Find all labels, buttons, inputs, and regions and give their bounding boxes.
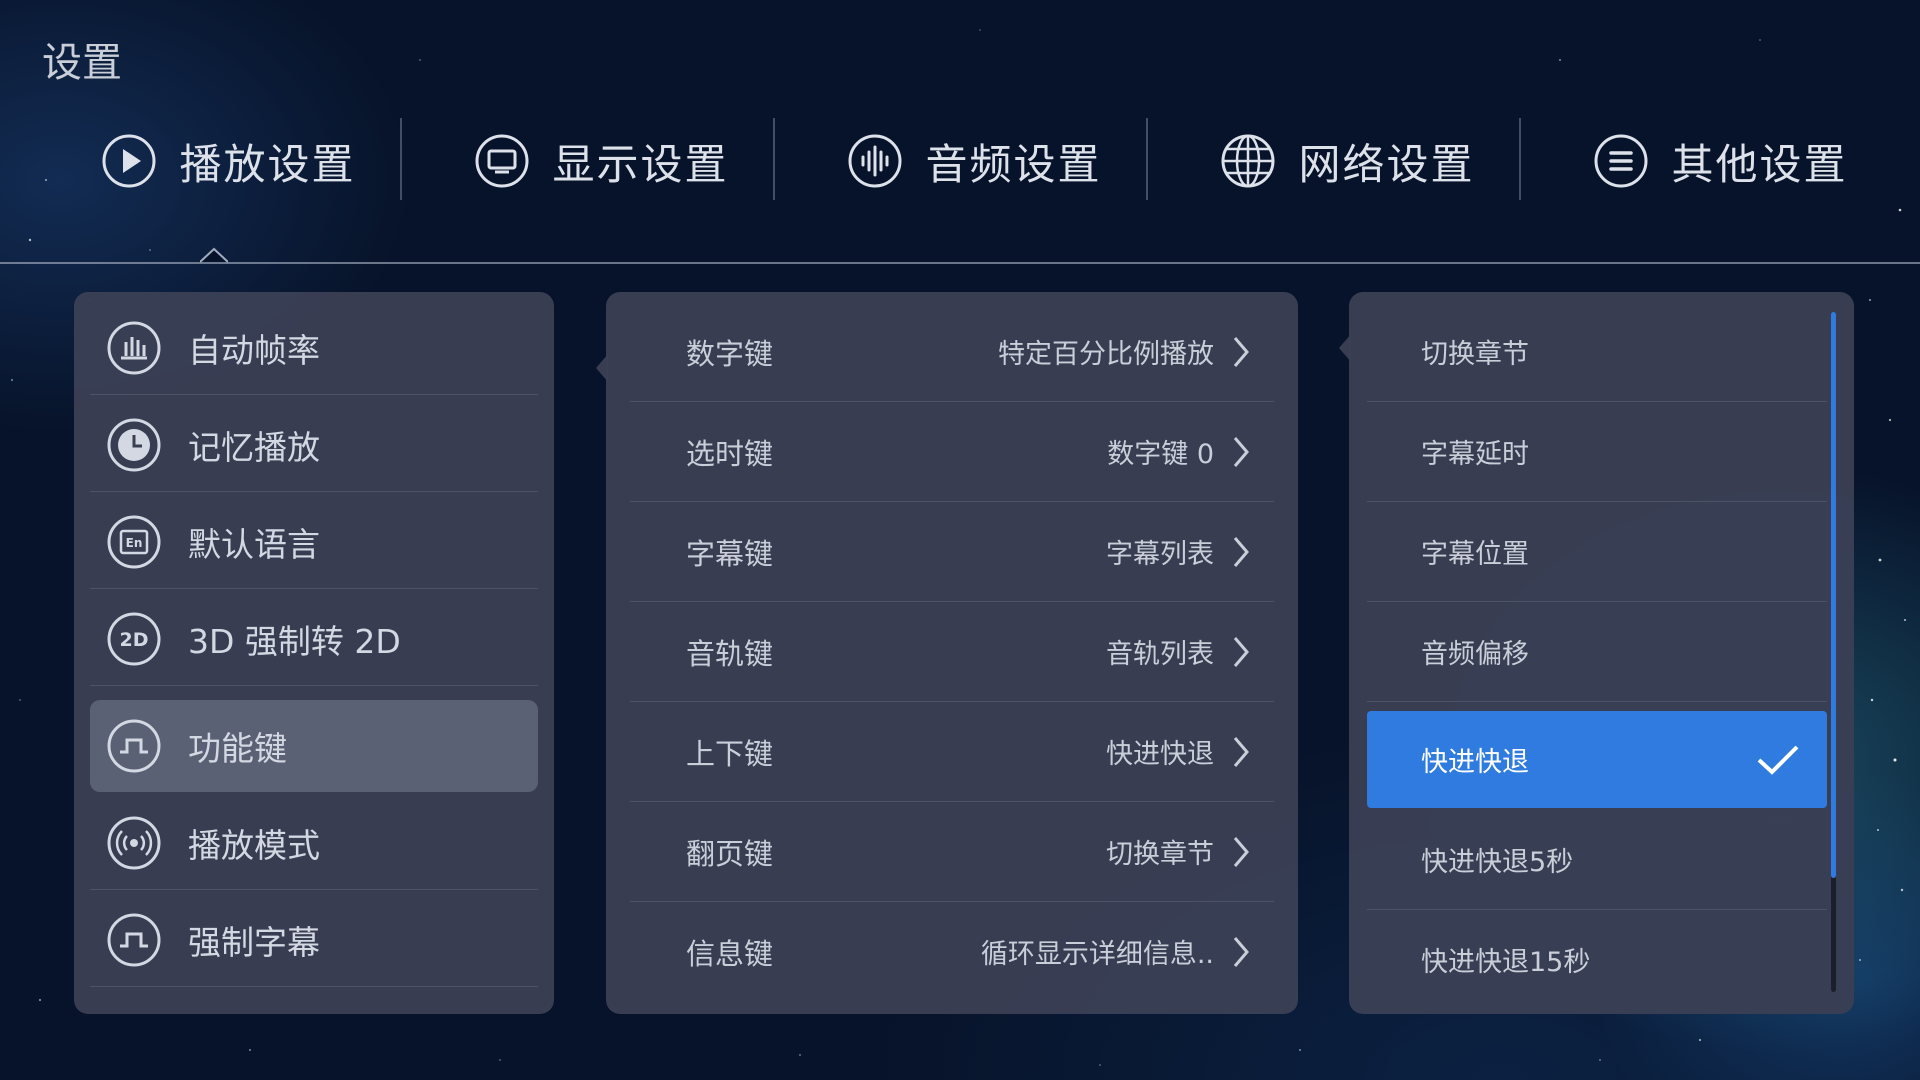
chevron-right-icon (1233, 936, 1249, 967)
options-scrollbar[interactable] (1831, 312, 1836, 992)
menu-item-label: 3D 强制转 2D (188, 622, 401, 661)
chevron-right-icon (1233, 636, 1249, 667)
scrollbar-thumb[interactable] (1831, 312, 1836, 878)
option-item-selected[interactable]: 快进快退 (1367, 711, 1827, 808)
tab-label: 音频设置 (925, 139, 1102, 189)
function-key-row-time[interactable]: 选时键 数字键 0 (630, 402, 1274, 502)
tab-label: 其他设置 (1671, 139, 1848, 189)
tab-divider (1146, 118, 1148, 200)
clock-icon (107, 418, 161, 472)
tab-divider (1519, 118, 1521, 200)
tab-audio-settings[interactable]: 音频设置 (788, 118, 1161, 204)
tab-network-settings[interactable]: 网络设置 (1161, 118, 1534, 204)
option-label: 字幕延时 (1421, 439, 1529, 470)
menu-item-auto-frame-rate[interactable]: 自动帧率 (90, 302, 538, 395)
menu-item-resume-playback[interactable]: 记忆播放 (90, 399, 538, 492)
page-title: 设置 (42, 40, 122, 86)
menu-item-label: 自动帧率 (188, 331, 320, 370)
tab-other-settings[interactable]: 其他设置 (1534, 118, 1907, 204)
function-key-row-page[interactable]: 翻页键 切换章节 (630, 802, 1274, 902)
tab-label: 播放设置 (179, 139, 356, 189)
option-label: 快进快退15秒 (1421, 947, 1591, 978)
tab-label: 显示设置 (552, 139, 729, 189)
key-name: 数字键 (686, 336, 774, 371)
active-tab-pointer (200, 247, 228, 263)
menu-list-icon (1594, 134, 1648, 188)
tab-playback-settings[interactable]: 播放设置 (42, 118, 415, 204)
menu-item-label: 播放模式 (188, 826, 320, 865)
function-key-row-info[interactable]: 信息键 循环显示详细信息.. (630, 902, 1274, 1001)
tab-label: 网络设置 (1298, 139, 1475, 189)
globe-icon (1221, 134, 1275, 188)
play-circle-icon (102, 134, 156, 188)
pulse-key-icon (107, 719, 161, 773)
svg-text:2D: 2D (120, 629, 149, 651)
key-name: 上下键 (686, 736, 774, 771)
key-action-value: 快进快退 (1106, 739, 1214, 770)
option-label: 音频偏移 (1421, 639, 1529, 670)
function-key-row-up-down[interactable]: 上下键 快进快退 (630, 702, 1274, 802)
tab-display-settings[interactable]: 显示设置 (415, 118, 788, 204)
key-action-value: 字幕列表 (1106, 539, 1214, 570)
audio-wave-icon (848, 134, 902, 188)
chevron-right-icon (1233, 736, 1249, 767)
language-icon: En (107, 515, 161, 569)
pulse-key-icon (107, 913, 161, 967)
key-name: 字幕键 (686, 536, 774, 571)
function-key-row-number[interactable]: 数字键 特定百分比例播放 (630, 302, 1274, 402)
option-label: 快进快退5秒 (1421, 847, 1574, 878)
menu-item-label: 默认语言 (188, 525, 320, 564)
menu-item-label: 强制字幕 (188, 923, 320, 962)
key-name: 信息键 (686, 936, 774, 971)
tab-divider (773, 118, 775, 200)
option-item[interactable]: 切换章节 (1367, 302, 1827, 402)
menu-item-function-keys[interactable]: 功能键 (90, 700, 538, 792)
monitor-icon (475, 134, 529, 188)
key-action-value: 循环显示详细信息.. (980, 939, 1214, 970)
menu-item-playback-mode[interactable]: 播放模式 (90, 797, 538, 890)
key-action-value: 数字键 0 (1107, 439, 1214, 470)
category-menu-panel: 自动帧率 记忆播放 En 默认语言 2D 3D 强制转 2D 功能键 播放模式 … (74, 292, 554, 1014)
svg-text:En: En (126, 536, 143, 550)
function-keys-panel: 数字键 特定百分比例播放 选时键 数字键 0 字幕键 字幕列表 音轨键 音轨列表… (606, 292, 1298, 1014)
2d-icon: 2D (107, 612, 161, 666)
checkmark-icon (1757, 745, 1799, 775)
menu-item-forced-subtitles[interactable]: 强制字幕 (90, 894, 538, 987)
option-item[interactable]: 字幕位置 (1367, 502, 1827, 602)
function-key-row-audio-track[interactable]: 音轨键 音轨列表 (630, 602, 1274, 702)
top-tab-bar: 播放设置 显示设置 音频设置 网络设置 其他设置 (0, 118, 1920, 204)
option-label: 切换章节 (1421, 339, 1529, 370)
key-action-value: 切换章节 (1106, 839, 1214, 870)
bar-chart-icon (107, 321, 161, 375)
tab-divider (400, 118, 402, 200)
option-item[interactable]: 快进快退15秒 (1367, 910, 1827, 1009)
option-label: 字幕位置 (1421, 539, 1529, 570)
key-name: 音轨键 (686, 636, 774, 671)
chevron-right-icon (1233, 836, 1249, 867)
key-name: 翻页键 (686, 836, 774, 871)
menu-item-default-language[interactable]: En 默认语言 (90, 496, 538, 589)
menu-item-label: 记忆播放 (188, 428, 320, 467)
key-action-value: 特定百分比例播放 (998, 339, 1214, 370)
tab-underline-rule (0, 262, 1920, 264)
menu-item-label: 功能键 (188, 729, 287, 768)
option-label: 快进快退 (1421, 747, 1529, 778)
chevron-right-icon (1233, 336, 1249, 367)
chevron-right-icon (1233, 536, 1249, 567)
menu-item-3d-to-2d[interactable]: 2D 3D 强制转 2D (90, 593, 538, 686)
chevron-right-icon (1233, 436, 1249, 467)
broadcast-icon (107, 816, 161, 870)
key-action-value: 音轨列表 (1106, 639, 1214, 670)
option-item[interactable]: 音频偏移 (1367, 602, 1827, 702)
key-name: 选时键 (686, 436, 774, 471)
option-item[interactable]: 字幕延时 (1367, 402, 1827, 502)
option-item[interactable]: 快进快退5秒 (1367, 810, 1827, 910)
function-key-row-subtitle[interactable]: 字幕键 字幕列表 (630, 502, 1274, 602)
key-action-options-panel: 切换章节 字幕延时 字幕位置 音频偏移 快进快退 快进快退5秒 快进快退15秒 (1349, 292, 1854, 1014)
